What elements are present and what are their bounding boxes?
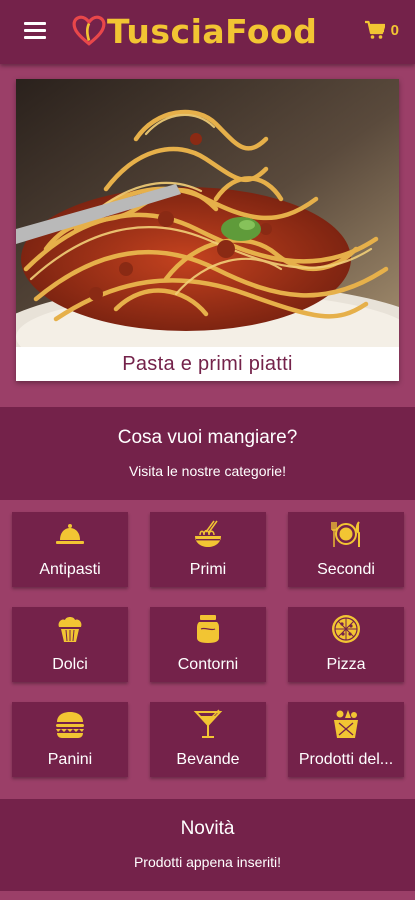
category-prodotti[interactable]: Prodotti del... — [288, 702, 404, 777]
news-title: Novità — [180, 818, 235, 839]
category-label: Secondi — [317, 561, 375, 578]
brand-name: TusciaFood — [107, 11, 318, 51]
cart-icon — [364, 20, 385, 39]
cart-button[interactable]: 0 — [364, 20, 399, 40]
categories-header: Cosa vuoi mangiare? Visita le nostre cat… — [0, 407, 415, 500]
basket-icon — [334, 710, 358, 738]
menu-icon[interactable] — [24, 22, 46, 42]
category-contorni[interactable]: Contorni — [150, 607, 266, 682]
cocktail-icon — [193, 709, 223, 738]
category-label: Dolci — [52, 656, 88, 673]
cloche-icon — [56, 524, 84, 544]
cupcake-icon — [58, 617, 82, 642]
pasta-bowl-icon — [195, 520, 221, 547]
news-subtitle: Prodotti appena inseriti! — [133, 854, 282, 870]
brand-logo[interactable]: TusciaFood — [72, 9, 317, 53]
category-label: Contorni — [177, 656, 239, 673]
jar-icon — [197, 615, 219, 643]
plate-cutlery-icon — [331, 521, 360, 547]
category-label: Bevande — [176, 751, 240, 768]
pizza-icon — [332, 615, 360, 643]
category-primi[interactable]: Primi — [150, 512, 266, 587]
category-antipasti[interactable]: Antipasti — [12, 512, 128, 587]
category-label: Panini — [47, 751, 93, 768]
category-dolci[interactable]: Dolci — [12, 607, 128, 682]
category-bevande[interactable]: Bevande — [150, 702, 266, 777]
burger-icon — [56, 712, 84, 738]
hero-caption: Pasta e primi piatti — [122, 352, 293, 375]
category-label: Primi — [189, 561, 227, 578]
pasta-image — [16, 79, 399, 347]
category-panini[interactable]: Panini — [12, 702, 128, 777]
category-label: Antipasti — [39, 561, 101, 578]
news-header: Novità Prodotti appena inseriti! — [0, 799, 415, 891]
category-label: Pizza — [326, 656, 366, 673]
cart-count: 0 — [390, 21, 399, 39]
app-bar: TusciaFood 0 — [0, 0, 415, 64]
categories-subtitle: Visita le nostre categorie! — [129, 463, 286, 479]
category-secondi[interactable]: Secondi — [288, 512, 404, 587]
category-label: Prodotti del... — [298, 751, 394, 768]
heart-logo-icon — [72, 15, 106, 46]
featured-category-card[interactable]: Pasta e primi piatti — [16, 79, 399, 381]
category-pizza[interactable]: Pizza — [288, 607, 404, 682]
categories-title: Cosa vuoi mangiare? — [117, 427, 298, 448]
